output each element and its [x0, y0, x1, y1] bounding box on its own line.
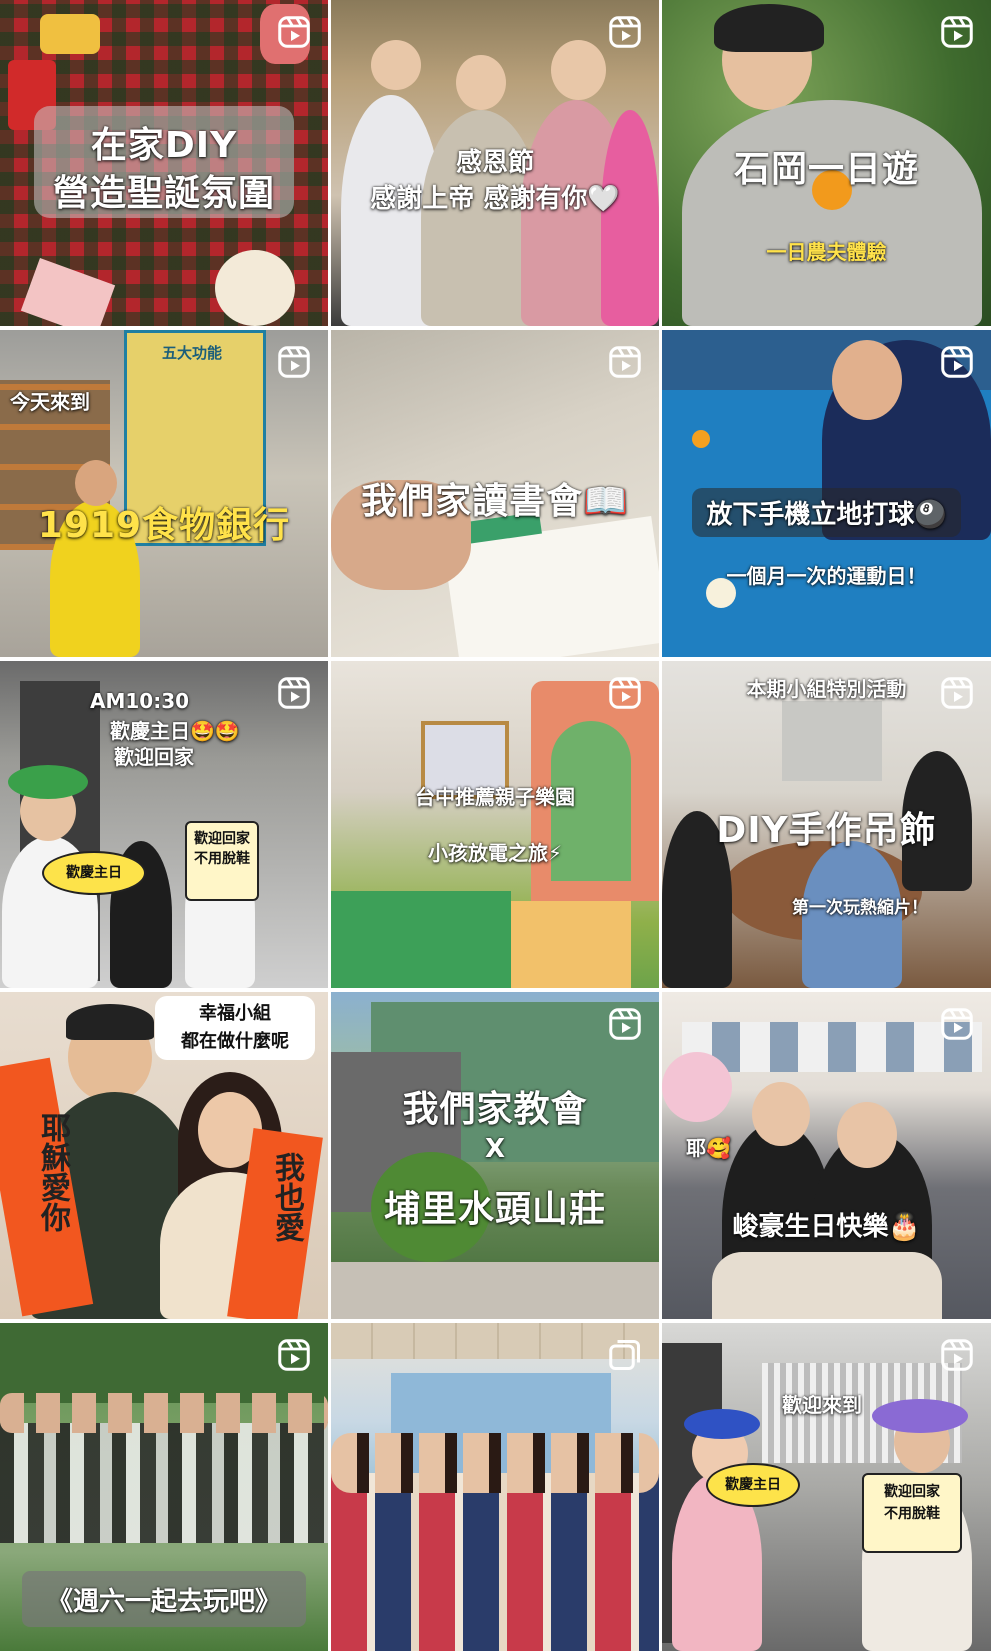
post-caption-line: 歡迎回家: [884, 1484, 940, 1500]
carousel-icon: [607, 1337, 643, 1373]
post-caption-line: 峻豪生日快樂🎂: [732, 1212, 921, 1242]
post-caption-line: 第一次玩熱縮片！: [792, 898, 928, 918]
reels-icon: [939, 1337, 975, 1373]
post-tile[interactable]: 我們家教會 X 埔里水頭山莊: [331, 992, 659, 1319]
post-caption-line: 感恩節: [455, 148, 534, 178]
post-tile[interactable]: [331, 1323, 659, 1651]
post-tile[interactable]: 感恩節 感謝上帝 感謝有你🤍: [331, 0, 659, 326]
reels-icon: [939, 344, 975, 380]
post-caption-line: X: [484, 1134, 506, 1164]
post-caption-line: 放下手機立地打球🎱: [692, 488, 961, 537]
reels-icon: [607, 675, 643, 711]
post-caption-line: 一個月一次的運動日！: [726, 564, 927, 588]
post-caption-line: 小孩放電之旅⚡: [427, 841, 563, 865]
post-caption-line: 不用脫鞋: [194, 851, 250, 867]
post-caption-line: 歡慶主日: [42, 851, 146, 895]
post-tile[interactable]: 幸福小組 都在做什麼呢 耶穌愛你 我也愛: [0, 992, 328, 1319]
post-caption-line: 我也愛: [269, 1152, 304, 1242]
post-tile[interactable]: 放下手機立地打球🎱 一個月一次的運動日！: [662, 330, 991, 657]
post-caption-line: 今天來到: [10, 390, 90, 414]
post-caption-line: 石岡一日遊: [733, 149, 919, 190]
reels-icon: [276, 344, 312, 380]
post-caption-line: 歡迎回家: [194, 831, 250, 847]
post-caption-line: 五大功能: [161, 344, 222, 362]
post-caption-line: 埔里水頭山莊: [383, 1189, 606, 1230]
post-caption-line: AM10:30: [90, 689, 190, 713]
post-caption-line: 歡迎回家: [114, 745, 194, 769]
reels-icon: [276, 675, 312, 711]
post-caption-line: 歡慶主日: [706, 1463, 800, 1507]
reels-icon: [607, 344, 643, 380]
post-caption-line: 歡慶主日🤩🤩: [110, 719, 240, 743]
reels-icon: [276, 1337, 312, 1373]
post-caption-line: 我們家教會: [402, 1089, 588, 1130]
post-caption-line: 歡迎來到: [782, 1393, 862, 1417]
post-tile[interactable]: 五大功能 今天來到 1919食物銀行: [0, 330, 328, 657]
post-tile[interactable]: 在家DIY 營造聖誕氛圍: [0, 0, 328, 326]
profile-post-grid: 在家DIY 營造聖誕氛圍 感恩節 感謝上帝 感謝有你🤍 石岡一日遊 一日農夫體驗…: [0, 0, 991, 1651]
reels-icon: [939, 675, 975, 711]
post-caption-line: 《週六一起去玩吧》: [46, 1587, 281, 1617]
reels-icon: [607, 1006, 643, 1042]
post-caption-line: 都在做什麼呢: [181, 1031, 289, 1052]
post-caption-line: DIY手作吊飾: [716, 810, 937, 851]
post-caption-line: 一日農夫體驗: [766, 240, 887, 264]
post-caption-line: 我們家讀書會📖: [361, 481, 629, 522]
reels-icon: [607, 14, 643, 50]
post-caption-line: 營造聖誕氛圍: [52, 173, 275, 214]
post-caption-line: 台中推薦親子樂園: [415, 785, 575, 809]
post-tile[interactable]: 本期小組特別活動 DIY手作吊飾 第一次玩熱縮片！: [662, 661, 991, 988]
post-tile[interactable]: 《週六一起去玩吧》: [0, 1323, 328, 1651]
post-caption-line: 1919食物銀行: [37, 505, 291, 546]
post-tile[interactable]: 我們家讀書會📖: [331, 330, 659, 657]
post-tile[interactable]: 歡慶主日 歡迎回家 不用脫鞋 AM10:30 歡慶主日🤩🤩 歡迎回家: [0, 661, 328, 988]
post-tile[interactable]: 石岡一日遊 一日農夫體驗: [662, 0, 991, 326]
post-caption-line: 耶🥰: [686, 1136, 731, 1160]
post-caption-line: 在家DIY: [90, 125, 238, 166]
reels-icon: [276, 14, 312, 50]
reels-icon: [939, 1006, 975, 1042]
post-caption-line: 幸福小組: [199, 1003, 271, 1024]
reels-icon: [939, 14, 975, 50]
post-caption-line: 感謝上帝 感謝有你🤍: [370, 184, 620, 214]
post-tile[interactable]: 耶🥰 峻豪生日快樂🎂: [662, 992, 991, 1319]
post-caption-line: 不用脫鞋: [884, 1506, 940, 1522]
post-tile[interactable]: 歡慶主日 歡迎回家 不用脫鞋 歡迎來到: [662, 1323, 991, 1651]
post-tile[interactable]: 台中推薦親子樂園 小孩放電之旅⚡: [331, 661, 659, 988]
post-caption-line: 耶穌愛你: [35, 1112, 70, 1232]
